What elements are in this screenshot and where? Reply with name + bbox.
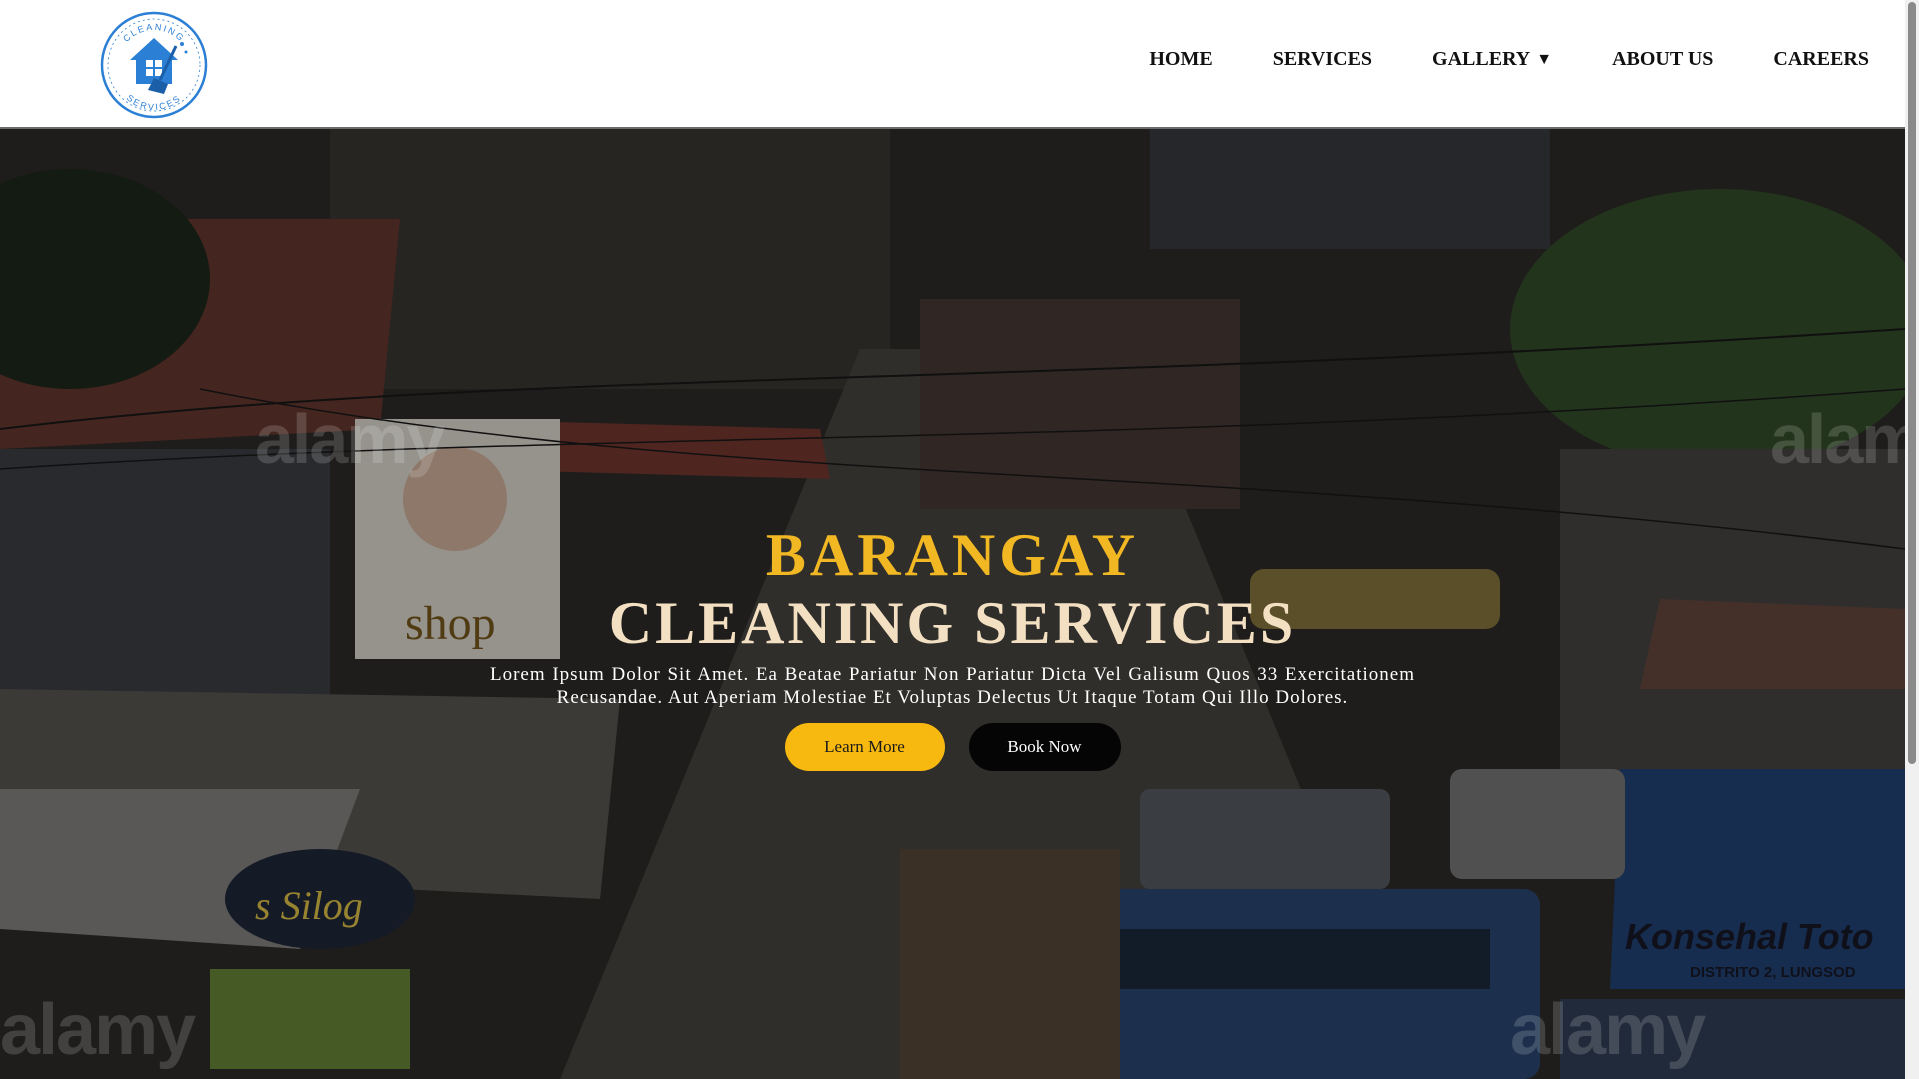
hero-title-barangay: BARANGAY (765, 522, 1140, 588)
nav-home[interactable]: HOME (1149, 48, 1212, 71)
logo-emblem: CLEANING SERVICES (100, 11, 208, 119)
nav-services[interactable]: SERVICES (1273, 48, 1372, 71)
hero-title-cleaning-services: CLEANING SERVICES (608, 590, 1297, 656)
page: CLEANING SERVICES HOME SERVICES GALLERY … (0, 0, 1919, 1079)
hero-section: shop s Silog Konsehal Toto DISTRITO 2, L… (0, 129, 1905, 1079)
logo-bottom-text: SERVICES (125, 93, 183, 113)
scrollbar-thumb[interactable] (1908, 2, 1916, 764)
book-now-button[interactable]: Book Now (968, 723, 1121, 771)
vertical-scrollbar[interactable] (1905, 0, 1919, 1079)
nav-home-label: HOME (1149, 48, 1213, 70)
hero-content: BARANGAY CLEANING SERVICES Lorem Ipsum D… (0, 521, 1905, 771)
hero-button-group: Learn More Book Now (0, 723, 1905, 771)
nav-about-label: ABOUT US (1612, 48, 1714, 70)
cleaning-services-logo[interactable]: CLEANING SERVICES (98, 10, 210, 120)
main-nav: HOME SERVICES GALLERY ▼ ABOUT US CAREERS (1089, 48, 1869, 71)
watermark-text: alamy (0, 990, 196, 1070)
nav-careers-label: CAREERS (1773, 48, 1869, 70)
nav-gallery-dropdown[interactable]: GALLERY ▼ (1432, 48, 1552, 71)
site-header: CLEANING SERVICES HOME SERVICES GALLERY … (0, 0, 1905, 129)
nav-careers[interactable]: CAREERS (1773, 48, 1869, 71)
watermark-text: alamy (1510, 990, 1706, 1070)
nav-about-us[interactable]: ABOUT US (1612, 48, 1713, 71)
watermark-text: alamy (1770, 400, 1905, 478)
nav-services-label: SERVICES (1272, 48, 1373, 70)
hero-description: Lorem Ipsum Dolor Sit Amet. Ea Beatae Pa… (490, 664, 1415, 708)
nav-gallery-label: GALLERY (1432, 48, 1531, 70)
caret-down-icon: ▼ (1536, 50, 1553, 68)
watermark-text: alamy (255, 400, 445, 478)
learn-more-button[interactable]: Learn More (784, 723, 945, 771)
